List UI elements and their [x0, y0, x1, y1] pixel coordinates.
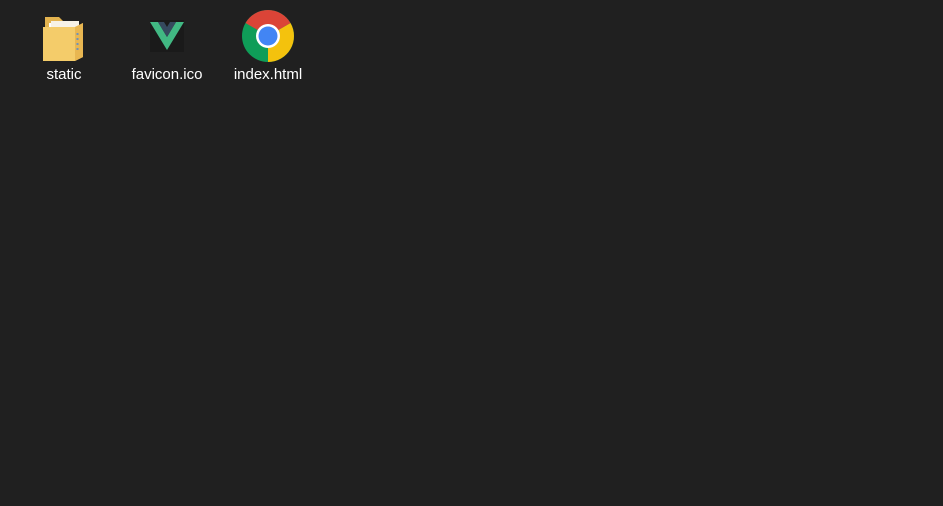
file-name: index.html — [233, 66, 303, 83]
file-name: static — [46, 66, 82, 83]
chrome-icon — [240, 8, 296, 64]
folder-icon — [36, 8, 92, 64]
vue-logo-icon — [139, 8, 195, 64]
file-explorer-view: static favicon.ico index.html — [0, 0, 943, 506]
file-item-static[interactable]: static — [14, 8, 114, 90]
file-item-index[interactable]: index.html — [218, 8, 318, 90]
file-name: favicon.ico — [131, 66, 203, 83]
file-item-favicon[interactable]: favicon.ico — [117, 8, 217, 90]
